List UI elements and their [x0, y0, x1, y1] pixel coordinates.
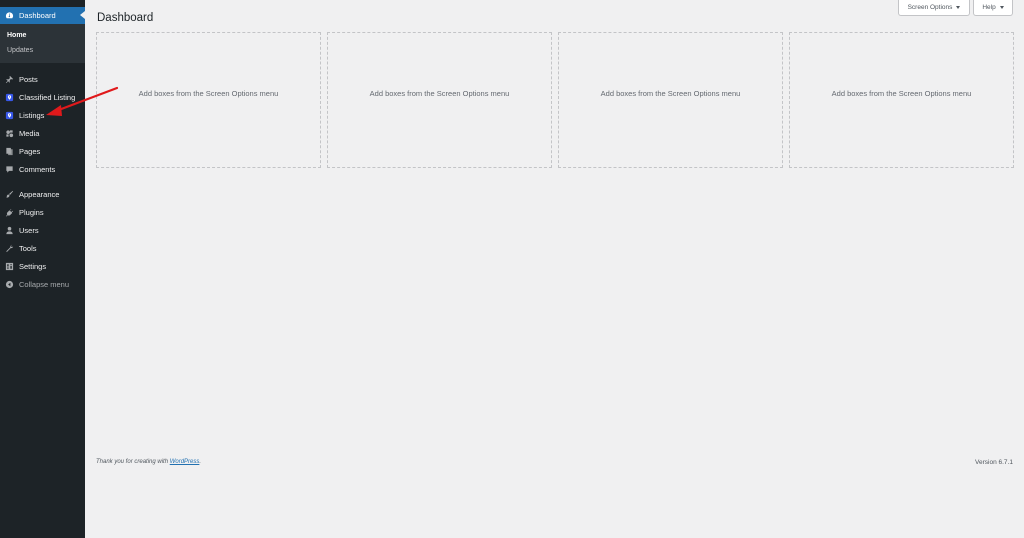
- sidebar-item-label: Dashboard: [19, 11, 56, 20]
- sidebar-top-strip: [0, 0, 85, 7]
- sidebar-item-label: Posts: [19, 74, 38, 84]
- sidebar-item-label: Users: [19, 225, 39, 235]
- brush-icon: [5, 190, 14, 199]
- sidebar-item-posts[interactable]: Posts: [0, 70, 85, 88]
- sidebar-item-listings[interactable]: Listings: [0, 106, 85, 124]
- placeholder-text: Add boxes from the Screen Options menu: [369, 88, 510, 98]
- caret-down-icon: [999, 6, 1004, 9]
- help-label: Help: [982, 4, 996, 11]
- wrench-icon: [5, 244, 14, 253]
- sidebar-item-plugins[interactable]: Plugins: [0, 203, 85, 221]
- empty-widget-placeholder: Add boxes from the Screen Options menu: [327, 32, 552, 168]
- sidebar-item-label: Settings: [19, 261, 47, 271]
- classified-listing-icon: [5, 93, 14, 102]
- comment-icon: [5, 165, 14, 174]
- collapse-menu-label: Collapse menu: [19, 279, 70, 289]
- sidebar-item-label: Media: [19, 128, 40, 138]
- collapse-menu-button[interactable]: Collapse menu: [0, 275, 85, 293]
- placeholder-text: Add boxes from the Screen Options menu: [831, 88, 972, 98]
- sidebar-item-label: Pages: [19, 146, 41, 156]
- placeholder-text: Add boxes from the Screen Options menu: [600, 88, 741, 98]
- sidebar-item-users[interactable]: Users: [0, 221, 85, 239]
- dashboard-submenu: Home Updates: [0, 24, 85, 63]
- caret-down-icon: [956, 6, 961, 9]
- sidebar-item-comments[interactable]: Comments: [0, 160, 85, 178]
- media-icon: [5, 129, 14, 138]
- empty-widget-placeholder: Add boxes from the Screen Options menu: [96, 32, 321, 168]
- sidebar-item-label: Classified Listing: [19, 92, 76, 102]
- dashboard-widgets: Add boxes from the Screen Options menu A…: [96, 32, 1014, 168]
- plugin-icon: [5, 208, 14, 217]
- sidebar-item-appearance[interactable]: Appearance: [0, 185, 85, 203]
- empty-widget-placeholder: Add boxes from the Screen Options menu: [789, 32, 1014, 168]
- sidebar-item-label: Listings: [19, 110, 45, 120]
- footer-version: Version 6.7.1: [975, 459, 1013, 466]
- sidebar-item-tools[interactable]: Tools: [0, 239, 85, 257]
- submenu-item-home[interactable]: Home: [0, 28, 85, 43]
- sidebar-item-label: Appearance: [19, 189, 60, 199]
- listings-icon: [5, 111, 14, 120]
- settings-icon: [5, 262, 14, 271]
- pages-icon: [5, 147, 14, 156]
- help-button[interactable]: Help: [973, 0, 1013, 16]
- footer-thanks-suffix: .: [199, 459, 202, 465]
- submenu-item-updates[interactable]: Updates: [0, 43, 85, 58]
- screen-options-label: Screen Options: [907, 4, 953, 11]
- sidebar-item-label: Plugins: [19, 207, 44, 217]
- wordpress-link[interactable]: WordPress: [170, 459, 200, 465]
- dashboard-icon: [5, 11, 14, 20]
- sidebar-item-media[interactable]: Media: [0, 124, 85, 142]
- sidebar-item-label: Comments: [19, 164, 56, 174]
- screen-options-button[interactable]: Screen Options: [898, 0, 970, 16]
- footer-thanks-prefix: Thank you for creating with: [96, 459, 169, 465]
- empty-widget-placeholder: Add boxes from the Screen Options menu: [558, 32, 783, 168]
- sidebar-item-label: Tools: [19, 243, 37, 253]
- collapse-icon: [5, 280, 14, 289]
- sidebar-item-classified-listing[interactable]: Classified Listing: [0, 88, 85, 106]
- user-icon: [5, 226, 14, 235]
- pin-icon: [5, 75, 14, 84]
- sidebar-item-settings[interactable]: Settings: [0, 257, 85, 275]
- placeholder-text: Add boxes from the Screen Options menu: [138, 88, 279, 98]
- footer-thanks: Thank you for creating with WordPress.: [96, 459, 201, 465]
- menu-separator: [0, 178, 85, 185]
- sidebar-item-dashboard[interactable]: Dashboard: [0, 7, 85, 24]
- menu-separator: [0, 63, 85, 70]
- admin-sidebar: Dashboard Home Updates Posts Classified …: [0, 0, 85, 538]
- sidebar-item-pages[interactable]: Pages: [0, 142, 85, 160]
- page-title: Dashboard: [97, 12, 154, 24]
